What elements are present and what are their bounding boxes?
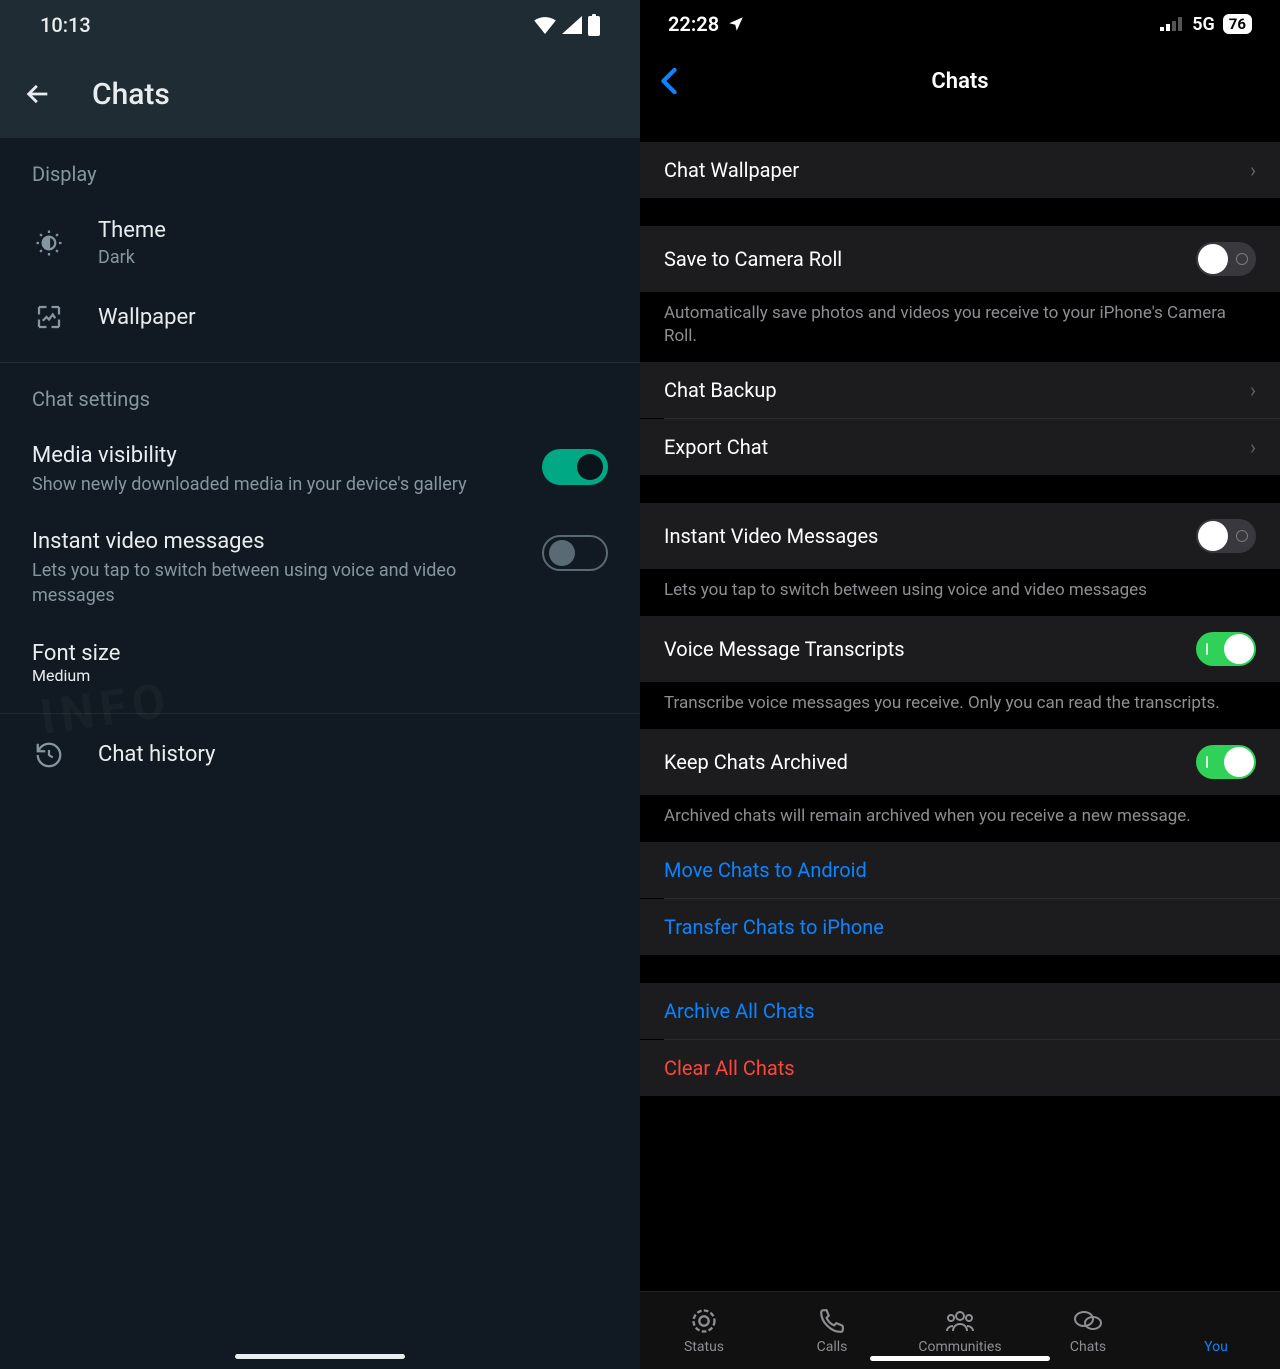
- clear-all-label: Clear All Chats: [664, 1056, 795, 1080]
- network-label: 5G: [1192, 14, 1215, 35]
- theme-icon: [32, 226, 66, 260]
- voice-transcripts-row[interactable]: Voice Message Transcripts: [640, 616, 1280, 682]
- instant-video-row[interactable]: Instant video messages Lets you tap to s…: [0, 513, 640, 624]
- instant-video-label: Instant Video Messages: [664, 524, 878, 548]
- signal-icon: [562, 16, 582, 34]
- status-time: 22:28: [668, 12, 719, 36]
- media-visibility-desc: Show newly downloaded media in your devi…: [32, 468, 518, 497]
- tab-you[interactable]: You: [1152, 1292, 1280, 1369]
- wallpaper-icon: [32, 300, 66, 334]
- instant-video-desc: Lets you tap to switch between using voi…: [640, 569, 1280, 616]
- archive-all-label: Archive All Chats: [664, 999, 815, 1023]
- font-size-row[interactable]: Font size Medium: [0, 625, 640, 701]
- ios-status-bar: 22:28 5G 76: [640, 0, 1280, 48]
- chats-icon: [1073, 1307, 1103, 1335]
- transfer-chats-iphone-label: Transfer Chats to iPhone: [664, 915, 884, 939]
- tab-calls-label: Calls: [817, 1339, 848, 1355]
- move-chats-android-row[interactable]: Move Chats to Android: [640, 842, 1280, 898]
- save-camera-roll-desc: Automatically save photos and videos you…: [640, 292, 1280, 362]
- voice-transcripts-desc: Transcribe voice messages you receive. O…: [640, 682, 1280, 729]
- back-arrow-icon[interactable]: [24, 80, 52, 108]
- chat-history-row[interactable]: Chat history: [0, 714, 640, 788]
- export-chat-label: Export Chat: [664, 435, 768, 459]
- status-time: 10:13: [40, 13, 91, 37]
- media-visibility-toggle[interactable]: [542, 449, 608, 485]
- status-indicators: [534, 14, 600, 36]
- page-title: Chats: [92, 77, 170, 112]
- chevron-right-icon: ›: [1250, 435, 1256, 459]
- chat-backup-label: Chat Backup: [664, 378, 777, 402]
- tab-status[interactable]: Status: [640, 1292, 768, 1369]
- nav-bar: Chats: [640, 48, 1280, 114]
- export-chat-row[interactable]: Export Chat ›: [640, 419, 1280, 475]
- transfer-chats-iphone-row[interactable]: Transfer Chats to iPhone: [640, 899, 1280, 955]
- theme-value: Dark: [98, 247, 608, 268]
- theme-row[interactable]: Theme Dark: [0, 202, 640, 284]
- voice-transcripts-label: Voice Message Transcripts: [664, 637, 905, 661]
- instant-video-messages-row[interactable]: Instant Video Messages: [640, 503, 1280, 569]
- font-size-label: Font size: [32, 641, 608, 666]
- page-title: Chats: [931, 69, 988, 94]
- save-camera-roll-label: Save to Camera Roll: [664, 247, 842, 271]
- android-home-indicator[interactable]: [235, 1354, 405, 1359]
- tab-you-label: You: [1204, 1339, 1228, 1355]
- signal-icon: [1160, 17, 1184, 31]
- tab-chats-label: Chats: [1070, 1339, 1106, 1355]
- wallpaper-label: Wallpaper: [98, 305, 608, 330]
- media-visibility-label: Media visibility: [32, 443, 518, 468]
- tab-communities-label: Communities: [918, 1339, 1001, 1355]
- instant-video-toggle[interactable]: [1196, 519, 1256, 553]
- section-display-header: Display: [0, 138, 640, 202]
- save-camera-roll-toggle[interactable]: [1196, 242, 1256, 276]
- chat-history-label: Chat history: [98, 742, 608, 767]
- instant-video-desc: Lets you tap to switch between using voi…: [32, 554, 518, 608]
- chevron-right-icon: ›: [1250, 378, 1256, 402]
- communities-icon: [945, 1307, 975, 1335]
- ios-chats-settings: 22:28 5G 76 Chats Chat Wallpaper › Save …: [640, 0, 1280, 1369]
- ios-home-indicator[interactable]: [870, 1356, 1050, 1361]
- battery-icon: [588, 14, 600, 36]
- battery-indicator: 76: [1223, 14, 1252, 34]
- tab-status-label: Status: [684, 1339, 724, 1355]
- theme-label: Theme: [98, 218, 608, 243]
- history-icon: [32, 738, 66, 772]
- move-chats-android-label: Move Chats to Android: [664, 858, 867, 882]
- chat-wallpaper-row[interactable]: Chat Wallpaper ›: [640, 142, 1280, 198]
- clear-all-chats-row[interactable]: Clear All Chats: [640, 1040, 1280, 1096]
- phone-icon: [819, 1307, 845, 1335]
- keep-archived-label: Keep Chats Archived: [664, 750, 848, 774]
- keep-archived-toggle[interactable]: [1196, 745, 1256, 779]
- chat-backup-row[interactable]: Chat Backup ›: [640, 362, 1280, 418]
- android-chats-settings: 10:13 Chats Display Theme Dark: [0, 0, 640, 1369]
- save-camera-roll-row[interactable]: Save to Camera Roll: [640, 226, 1280, 292]
- app-bar: Chats: [0, 50, 640, 138]
- voice-transcripts-toggle[interactable]: [1196, 632, 1256, 666]
- font-size-value: Medium: [32, 666, 608, 685]
- media-visibility-row[interactable]: Media visibility Show newly downloaded m…: [0, 427, 640, 513]
- section-chat-settings-header: Chat settings: [0, 363, 640, 427]
- archive-all-chats-row[interactable]: Archive All Chats: [640, 983, 1280, 1039]
- wifi-icon: [534, 16, 556, 34]
- status-icon: [690, 1307, 718, 1335]
- instant-video-toggle[interactable]: [542, 535, 608, 571]
- wallpaper-row[interactable]: Wallpaper: [0, 284, 640, 350]
- chat-wallpaper-label: Chat Wallpaper: [664, 158, 799, 182]
- location-icon: [727, 15, 745, 33]
- chevron-right-icon: ›: [1250, 158, 1256, 182]
- instant-video-label: Instant video messages: [32, 529, 518, 554]
- back-chevron-icon[interactable]: [660, 67, 678, 95]
- android-status-bar: 10:13: [0, 0, 640, 50]
- keep-archived-row[interactable]: Keep Chats Archived: [640, 729, 1280, 795]
- keep-archived-desc: Archived chats will remain archived when…: [640, 795, 1280, 842]
